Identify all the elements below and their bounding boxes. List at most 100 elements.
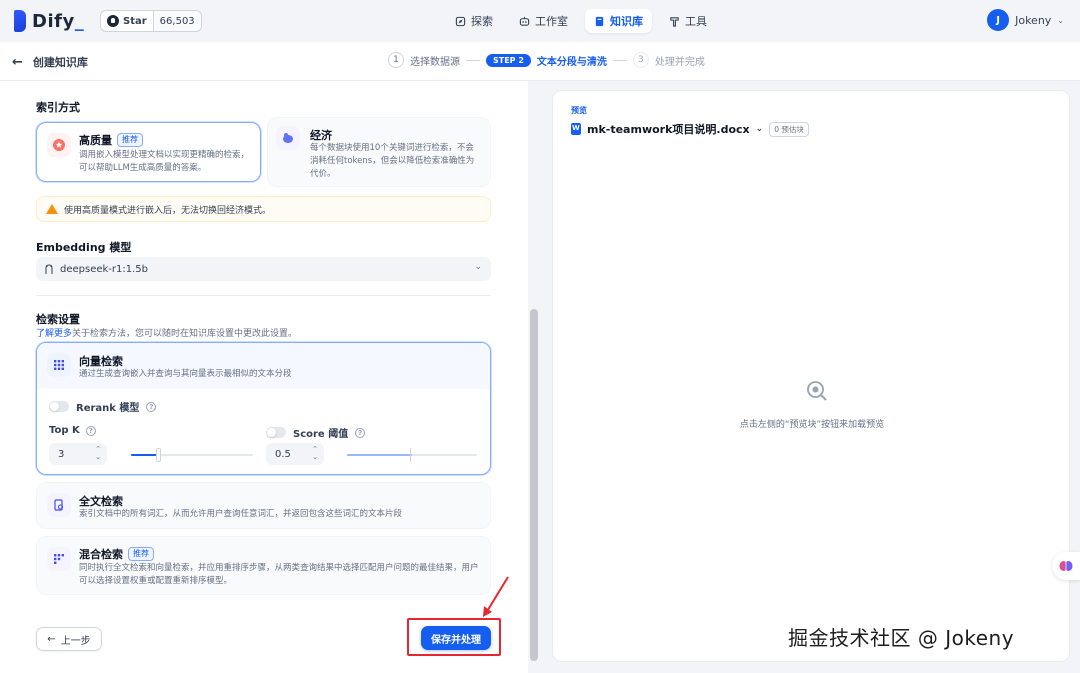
step-divider <box>466 59 480 61</box>
slider-handle[interactable] <box>410 448 411 462</box>
slider-handle[interactable] <box>156 448 161 462</box>
robot-icon <box>519 16 530 26</box>
switch-mode-warning: 使用高质量模式进行嵌入后，无法切换回经济模式。 <box>36 196 491 222</box>
watermark: 掘金技术社区 @ Jokeny <box>788 626 1015 650</box>
help-icon[interactable]: ? <box>146 401 157 412</box>
high-quality-title: 高质量 <box>79 134 112 147</box>
back-button[interactable]: ← 创建知识库 <box>12 54 88 70</box>
user-menu[interactable]: J Jokeny ⌄ <box>987 9 1064 31</box>
word-doc-icon <box>571 123 581 135</box>
top-k-label: Top K <box>49 425 80 436</box>
warning-icon <box>46 204 58 214</box>
high-quality-desc: 调用嵌入模型处理文档以实现更精确的检索，可以帮助LLM生成高质量的答案。 <box>79 150 250 173</box>
vector-grid-icon <box>47 353 71 377</box>
step-3-label: 处理并完成 <box>654 56 705 68</box>
chevron-down-icon: ⌄ <box>474 262 482 272</box>
step-divider <box>612 59 627 61</box>
arrow-left-icon: ← <box>12 54 23 70</box>
preview-label: 预览 <box>571 106 587 115</box>
index-mode-title: 索引方式 <box>36 101 80 114</box>
hybrid-title: 混合检索 <box>79 548 123 561</box>
warning-text: 使用高质量模式进行嵌入后，无法切换回经济模式。 <box>64 205 272 216</box>
economy-desc: 每个数据块使用10个关键词进行检索，不会消耗任何tokens，但会以降低检索准确… <box>310 143 475 179</box>
preview-panel: 预览 mk-teamwork项目说明.docx ⌄ 0 预估块 点击左侧的“预览… <box>552 90 1070 662</box>
hybrid-desc: 同时执行全文检索和向量检索，并应用重排序步骤，从两类查询结果中选择匹配用户问题的… <box>79 563 479 586</box>
embedding-model-value: deepseek-r1:1.5b <box>60 263 149 275</box>
scrollbar-thumb[interactable] <box>530 309 538 661</box>
create-dataset-header: ← 创建知识库 1 选择数据源 STEP 2 文本分段与清洗 3 处理并完成 <box>0 42 1080 81</box>
step-2-badge: STEP 2 <box>486 53 531 67</box>
index-high-quality-card[interactable]: 高质量 推荐 调用嵌入模型处理文档以实现更精确的检索，可以帮助LLM生成高质量的… <box>36 122 261 182</box>
hammer-icon <box>670 16 679 27</box>
chevron-down-icon: ⌄ <box>755 124 764 134</box>
nav-tools[interactable]: 工具 <box>660 9 716 33</box>
rerank-toggle[interactable] <box>49 401 69 412</box>
step-1-number: 1 <box>388 52 404 68</box>
learn-more-link[interactable]: 了解更多 <box>36 329 72 339</box>
top-k-value: 3 <box>58 448 65 460</box>
compass-icon <box>455 16 466 26</box>
chevron-down-icon: ⌄ <box>1057 15 1064 25</box>
help-icon[interactable]: ? <box>85 425 96 436</box>
top-navbar: Dify_ Star 66,503 探索 工作室 知识库 工具 J Jokeny… <box>0 0 1080 42</box>
full-text-desc: 索引文档中的所有词汇，从而允许用户查询任意词汇，并返回包含这些词汇的文本片段 <box>79 509 403 519</box>
full-text-title: 全文检索 <box>79 495 123 508</box>
hybrid-search-card[interactable]: 混合检索 推荐 同时执行全文检索和向量检索，并应用重排序步骤，从两类查询结果中选… <box>36 536 491 595</box>
embedding-title: Embedding 模型 <box>36 241 132 254</box>
stepper-arrows-icon[interactable]: ⌃ ⌄ <box>312 445 318 461</box>
nav-explore[interactable]: 探索 <box>446 9 502 33</box>
left-panel-scrollbar[interactable] <box>528 81 540 673</box>
piggy-bank-icon <box>276 126 300 150</box>
full-text-search-card[interactable]: 全文检索 索引文档中的所有词汇，从而允许用户查询任意词汇，并返回包含这些词汇的文… <box>36 482 491 529</box>
step-3-number: 3 <box>632 52 649 68</box>
recommended-tag: 推荐 <box>117 133 143 147</box>
dify-logo[interactable]: Dify_ <box>14 10 84 32</box>
star-count: 66,503 <box>152 11 201 31</box>
index-economy-card[interactable]: 经济 每个数据块使用10个关键词进行检索，不会消耗任何tokens，但会以降低检… <box>267 117 491 187</box>
previous-step-button[interactable]: ← 上一步 <box>36 627 102 651</box>
chunk-count-badge: 0 预估块 <box>769 121 809 137</box>
score-threshold-slider[interactable] <box>347 448 477 462</box>
settings-panel: 索引方式 高质量 推荐 调用嵌入模型处理文档以实现更精确的检索，可以帮助LLM生… <box>0 81 540 673</box>
save-and-process-button[interactable]: 保存并处理 <box>421 626 491 650</box>
rerank-label: Rerank 模型 <box>76 403 140 414</box>
retrieval-title: 检索设置 <box>36 313 80 326</box>
vector-search-card[interactable]: 向量检索 通过生成查询嵌入并查询与其向量表示最相似的文本分段 Rerank 模型… <box>36 342 491 475</box>
step-2-label: 文本分段与清洗 <box>536 56 607 68</box>
vector-search-title: 向量检索 <box>79 355 123 368</box>
help-icon[interactable]: ? <box>355 427 366 438</box>
score-threshold-label: Score 阈值 <box>293 429 349 440</box>
preview-file-select[interactable]: mk-teamwork项目说明.docx ⌄ 0 预估块 <box>571 121 809 137</box>
preview-file-name: mk-teamwork项目说明.docx <box>587 123 750 136</box>
arrow-left-icon: ← <box>47 633 56 645</box>
top-k-slider[interactable] <box>131 448 253 462</box>
github-star-button[interactable]: Star 66,503 <box>100 10 202 32</box>
score-threshold-input[interactable]: 0.5 ⌃ ⌄ <box>266 443 324 465</box>
recommended-tag: 推荐 <box>128 547 154 561</box>
logo-mark-icon <box>14 10 26 32</box>
brain-assistant-button[interactable] <box>1052 552 1080 580</box>
search-preview-icon <box>807 381 827 401</box>
divider <box>36 295 491 296</box>
score-threshold-toggle[interactable] <box>266 427 286 438</box>
economy-title: 经济 <box>310 129 332 142</box>
book-icon <box>595 16 604 26</box>
score-threshold-value: 0.5 <box>275 448 291 460</box>
brain-icon <box>1059 561 1073 571</box>
nav-knowledge[interactable]: 知识库 <box>585 9 652 33</box>
retrieval-hint: 了解更多关于检索方法，您可以随时在知识库设置中更改此设置。 <box>36 329 298 339</box>
embedding-model-select[interactable]: deepseek-r1:1.5b ⌄ <box>36 257 491 281</box>
preview-empty-text: 点击左侧的“预览块”按钮来加载预览 <box>739 420 885 430</box>
nav-studio[interactable]: 工作室 <box>510 9 577 33</box>
llama-icon <box>45 263 53 274</box>
top-k-input[interactable]: 3 ⌃ ⌄ <box>49 443 107 465</box>
app-name: Dify <box>32 10 75 32</box>
main-nav: 探索 工作室 知识库 工具 <box>446 9 716 33</box>
annotation-arrow-icon <box>483 576 509 617</box>
github-icon <box>107 15 119 27</box>
star-badge-icon <box>47 133 71 157</box>
document-search-icon <box>47 493 71 517</box>
step-1-label: 选择数据源 <box>410 56 460 68</box>
vector-search-desc: 通过生成查询嵌入并查询与其向量表示最相似的文本分段 <box>79 369 292 379</box>
stepper-arrows-icon[interactable]: ⌃ ⌄ <box>95 445 101 461</box>
